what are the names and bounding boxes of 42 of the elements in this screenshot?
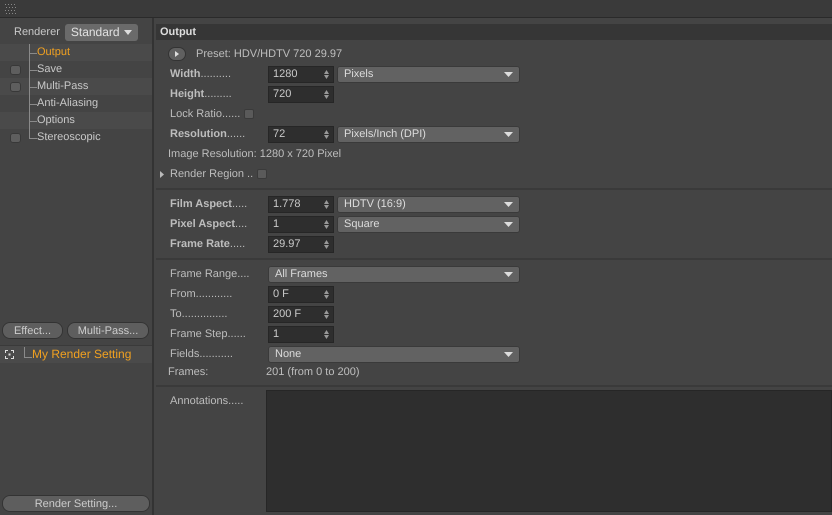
preset-text: Preset: HDV/HDTV 720 29.97 xyxy=(196,46,342,62)
effect-button[interactable]: Effect... xyxy=(2,322,63,338)
multi-pass-button[interactable]: Multi-Pass... xyxy=(67,322,149,338)
dropdown[interactable]: HDTV (16:9) xyxy=(337,196,520,212)
field-label: Resolution...... xyxy=(170,126,246,142)
field-label: Frame Rate..... xyxy=(170,236,246,252)
renderer-dropdown[interactable]: Standard xyxy=(64,24,138,40)
field-label: Frame Range.... xyxy=(170,266,250,282)
field-label: Fields........... xyxy=(170,346,234,362)
field-label: Pixel Aspect.... xyxy=(170,216,248,232)
tree-item[interactable]: Stereoscopic xyxy=(37,129,101,146)
image-resolution-text: Image Resolution: 1280 x 720 Pixel xyxy=(168,146,342,162)
field-label: Lock Ratio...... xyxy=(170,106,240,122)
panel-title: Output xyxy=(156,24,832,40)
number-field[interactable]: 1280 xyxy=(268,66,334,82)
number-field[interactable]: 29.97 xyxy=(268,236,334,252)
dropdown[interactable]: Square xyxy=(337,216,520,232)
field-label: Width.......... xyxy=(170,66,232,82)
field-label: Render Region .. xyxy=(170,166,254,182)
number-field[interactable]: 0 F xyxy=(268,286,334,302)
field-label: Annotations..... xyxy=(170,394,244,409)
render-setting-button[interactable]: Render Setting... xyxy=(2,494,150,512)
number-field[interactable]: 1 xyxy=(268,216,334,232)
number-field[interactable]: 200 F xyxy=(268,306,334,322)
field-label: To............... xyxy=(170,306,228,322)
dropdown[interactable]: All Frames xyxy=(268,266,520,282)
dropdown[interactable]: Pixels/Inch (DPI) xyxy=(337,126,520,142)
field-label: Height......... xyxy=(170,86,233,102)
frames-label: Frames: xyxy=(168,365,210,380)
field-label: Frame Step...... xyxy=(170,326,247,342)
number-field[interactable]: 1 xyxy=(268,326,334,342)
tree-item[interactable]: Anti-Aliasing xyxy=(37,95,98,112)
dropdown[interactable]: Pixels xyxy=(337,66,520,82)
frames-value: 201 (from 0 to 200) xyxy=(266,365,360,380)
field-label: From............ xyxy=(170,286,234,302)
number-field[interactable]: 720 xyxy=(268,86,334,102)
number-field[interactable]: 1.778 xyxy=(268,196,334,212)
field-label: Film Aspect..... xyxy=(170,196,248,212)
number-field[interactable]: 72 xyxy=(268,126,334,142)
renderer-label: Renderer xyxy=(14,24,60,40)
dropdown[interactable]: None xyxy=(268,346,520,362)
tree-item[interactable]: Save xyxy=(37,61,62,78)
